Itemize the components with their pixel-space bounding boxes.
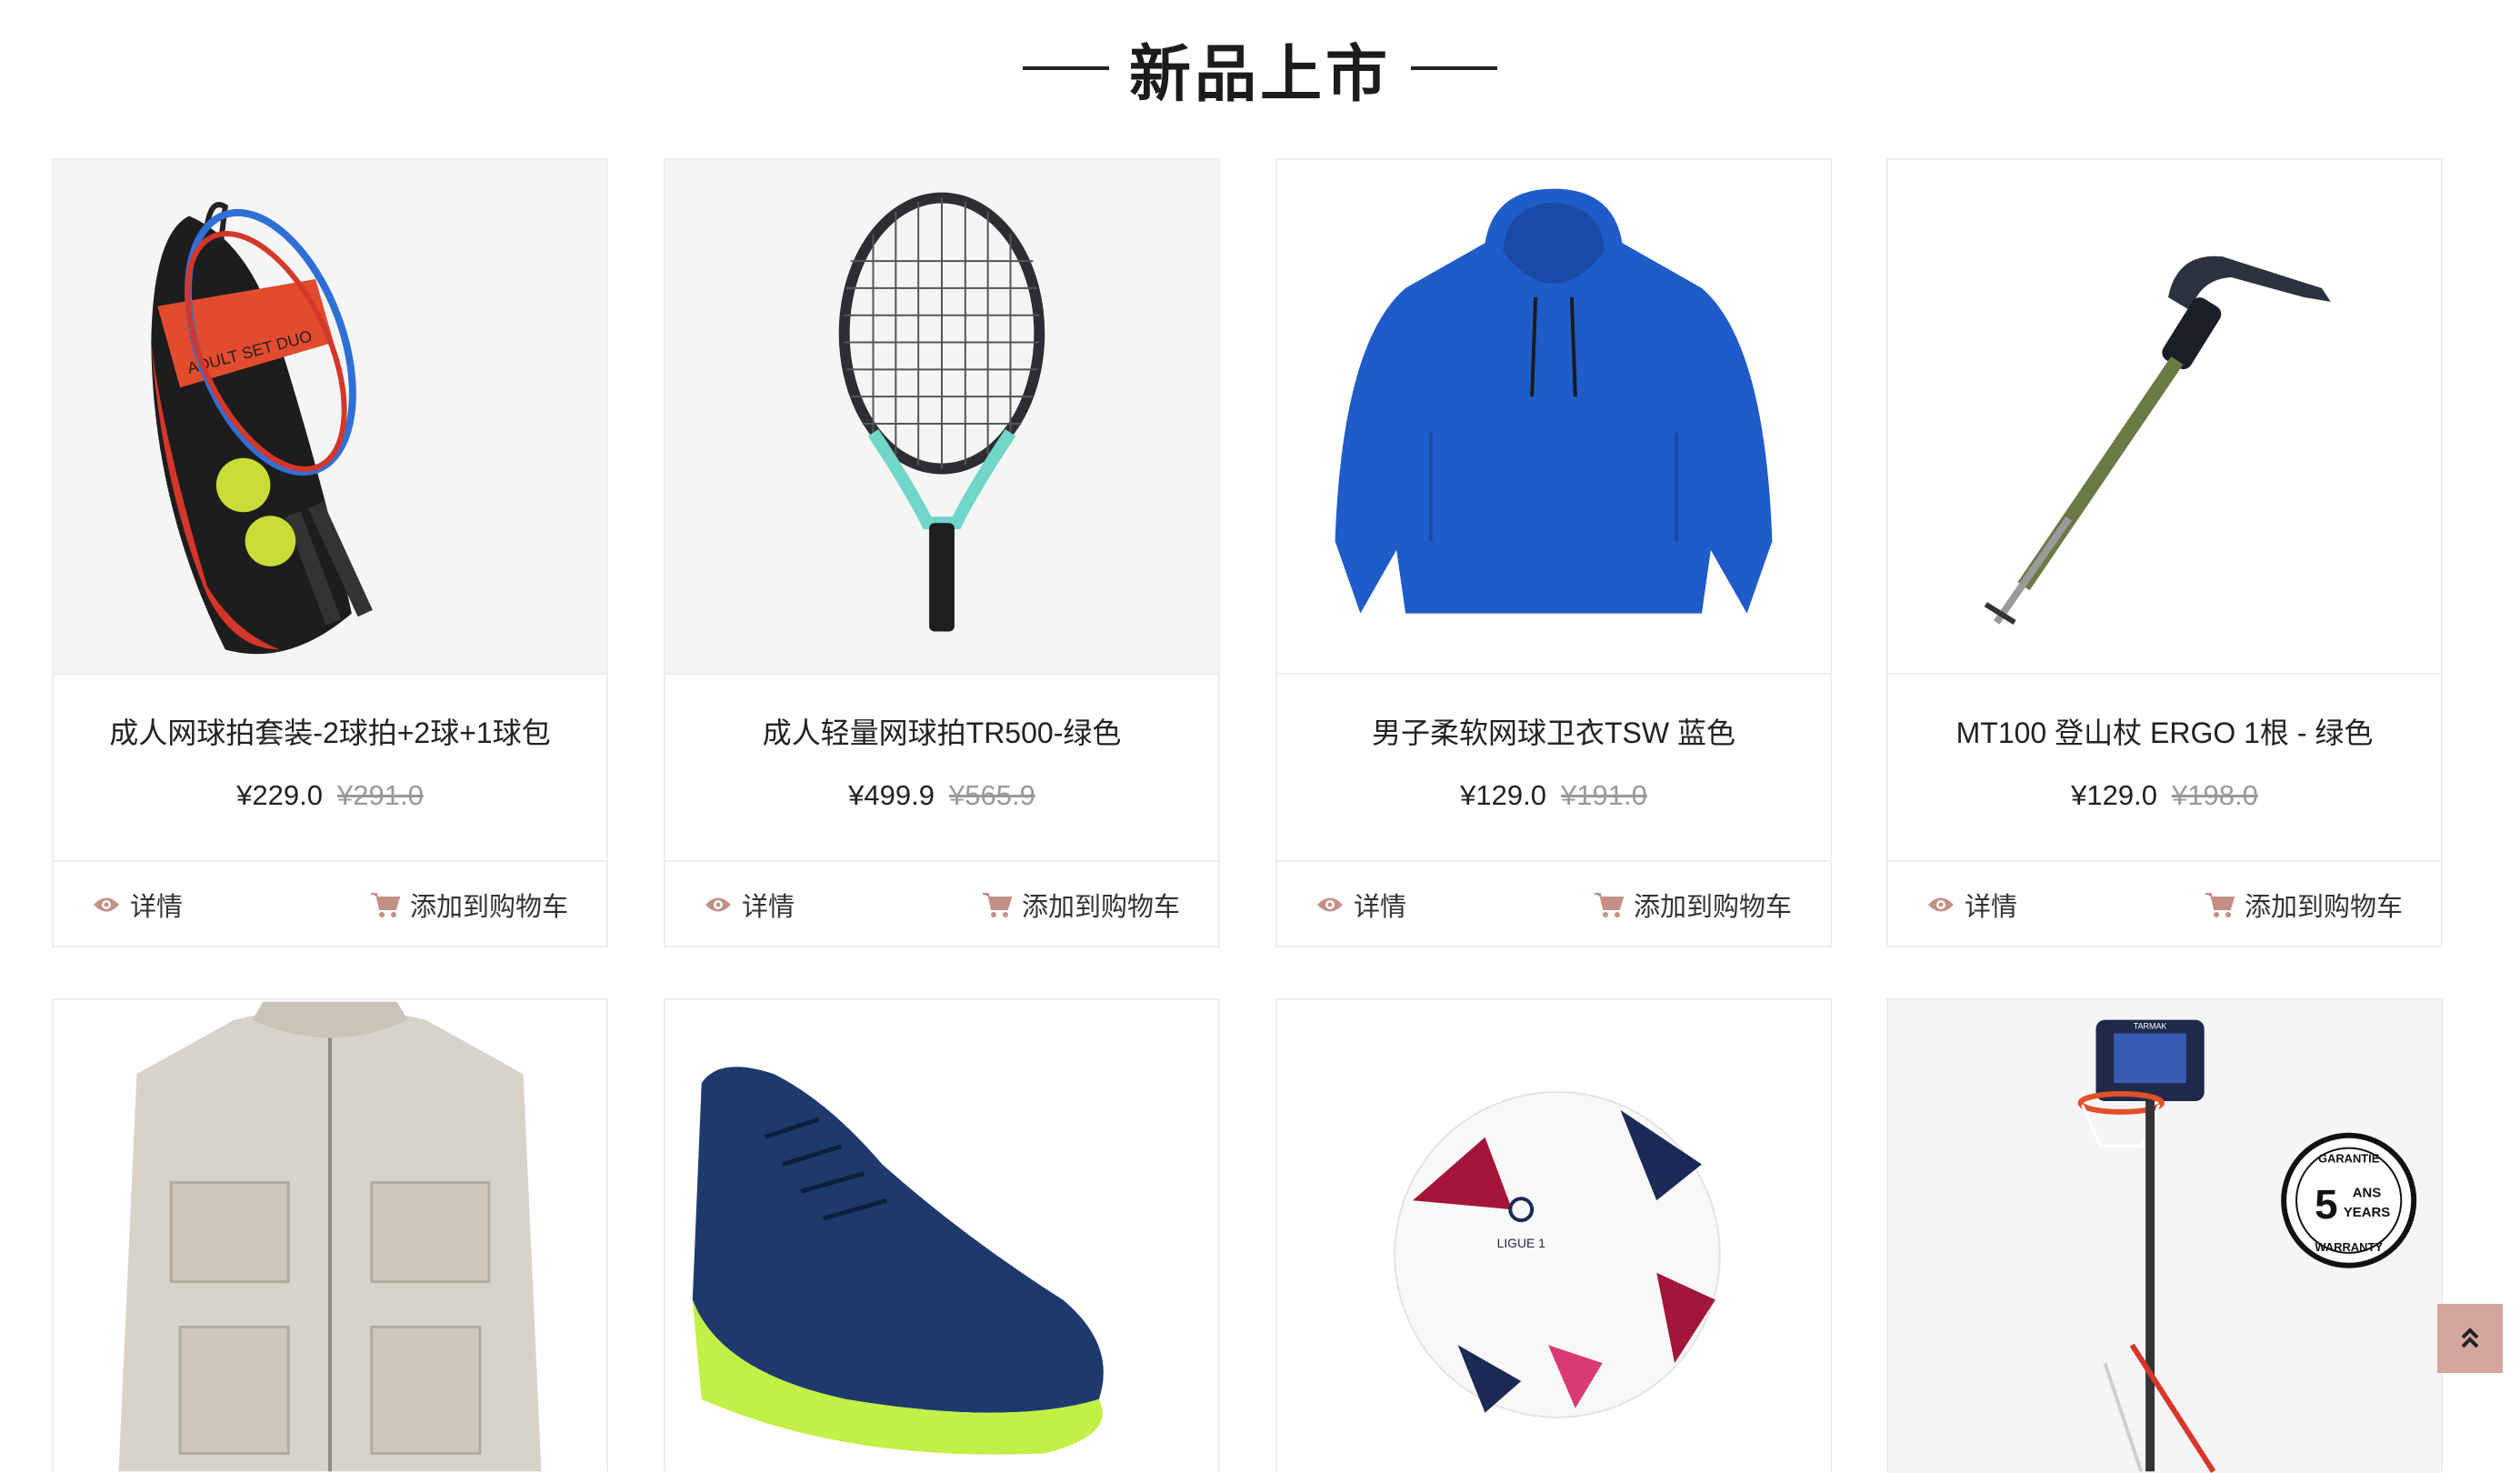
- cart-label: 添加到购物车: [409, 893, 568, 922]
- details-button[interactable]: 详情: [704, 886, 795, 924]
- product-name[interactable]: 成人网球拍套装-2球拍+2球+1球包: [54, 711, 606, 755]
- back-to-top-button[interactable]: [2437, 1304, 2503, 1373]
- eye-icon: [1928, 897, 1954, 912]
- original-price: ¥565.9: [949, 779, 1035, 811]
- basketball-hoop-image: TARMAK GARANTIE 5 ANS YEARS WARRANTY: [2077, 1019, 2417, 1473]
- details-label: 详情: [742, 893, 795, 922]
- product-info: 男子柔软网球卫衣TSW 蓝色 ¥129.0 ¥191.0: [1277, 675, 1830, 862]
- cart-label: 添加到购物车: [2244, 893, 2403, 922]
- product-image[interactable]: LIGUE 1: [1277, 1000, 1830, 1473]
- cart-icon: [982, 893, 1013, 917]
- product-actions: 详情 添加到购物车: [1888, 862, 2441, 947]
- product-image[interactable]: ADULT SET DUO: [54, 160, 606, 675]
- details-button[interactable]: 详情: [1926, 886, 2017, 924]
- add-to-cart-button[interactable]: 添加到购物车: [370, 886, 568, 924]
- add-to-cart-button[interactable]: 添加到购物车: [982, 886, 1180, 924]
- product-card: LIGUE 1: [1275, 998, 1832, 1473]
- title-right-rule: [1411, 66, 1497, 70]
- title-left-rule: [1022, 66, 1109, 70]
- badge-unit1: ANS: [2353, 1186, 2382, 1200]
- product-image[interactable]: [1277, 160, 1830, 675]
- details-label: 详情: [1354, 893, 1407, 922]
- product-card: 男子柔软网球卫衣TSW 蓝色 ¥129.0 ¥191.0 详情 添加到购物车: [1275, 158, 1832, 947]
- details-label: 详情: [1965, 893, 2018, 922]
- price-row: ¥129.0 ¥191.0: [1277, 775, 1830, 817]
- add-to-cart-button[interactable]: 添加到购物车: [1594, 886, 1792, 924]
- product-image[interactable]: [665, 1000, 1218, 1473]
- cart-icon: [2205, 893, 2235, 917]
- section-header: 新品上市: [0, 27, 2520, 109]
- details-label: 详情: [130, 893, 184, 922]
- badge-number: 5: [2315, 1181, 2337, 1228]
- product-info: MT100 登山杖 ERGO 1根 - 绿色 ¥129.0 ¥198.0: [1888, 675, 2441, 862]
- details-button[interactable]: 详情: [92, 886, 183, 924]
- badge-top-text: GARANTIE: [2318, 1152, 2380, 1166]
- eye-icon: [1317, 897, 1343, 912]
- original-price: ¥191.0: [1561, 779, 1647, 811]
- price-row: ¥229.0 ¥291.0: [54, 775, 606, 817]
- current-price: ¥129.0: [1460, 779, 1546, 811]
- product-actions: 详情 添加到购物车: [665, 862, 1218, 947]
- badge-unit2: YEARS: [2344, 1206, 2390, 1220]
- product-image[interactable]: [665, 160, 1218, 675]
- brand-label: TARMAK: [2134, 1022, 2167, 1031]
- cart-icon: [1594, 893, 1625, 917]
- original-price: ¥291.0: [337, 779, 424, 811]
- football-image: LIGUE 1: [1394, 1091, 1721, 1418]
- current-price: ¥229.0: [236, 779, 323, 811]
- product-card: [664, 998, 1220, 1473]
- product-card: ADULT SET DUO 成人网球拍套装-2球拍+2球+1球包 ¥229.0 ¥…: [52, 158, 608, 947]
- cart-label: 添加到购物车: [1021, 893, 1180, 922]
- tennis-racket-image: [838, 192, 1045, 632]
- add-to-cart-button[interactable]: 添加到购物车: [2205, 886, 2403, 924]
- product-image[interactable]: [54, 1000, 606, 1473]
- price-row: ¥129.0 ¥198.0: [1888, 775, 2441, 817]
- product-card: [52, 998, 608, 1473]
- product-name[interactable]: MT100 登山杖 ERGO 1根 - 绿色: [1888, 711, 2441, 755]
- product-name[interactable]: 成人轻量网球拍TR500-绿色: [665, 711, 1218, 755]
- badge-bottom-text: WARRANTY: [2315, 1240, 2383, 1254]
- section-title: 新品上市: [1128, 39, 1391, 109]
- beige-vest-image: [118, 1001, 542, 1472]
- product-info: 成人轻量网球拍TR500-绿色 ¥499.9 ¥565.9: [665, 675, 1218, 862]
- product-card: 成人轻量网球拍TR500-绿色 ¥499.9 ¥565.9 详情 添加到购物车: [664, 158, 1220, 947]
- product-actions: 详情 添加到购物车: [1277, 862, 1830, 947]
- current-price: ¥129.0: [2071, 779, 2157, 811]
- hiking-pole-image: [1984, 256, 2331, 626]
- tennis-racket-set-image: ADULT SET DUO: [151, 202, 373, 655]
- original-price: ¥198.0: [2172, 779, 2258, 811]
- eye-icon: [705, 897, 731, 912]
- blue-football-boot-image: [692, 1067, 1104, 1455]
- product-card: TARMAK GARANTIE 5 ANS YEARS WARRANTY: [1886, 998, 2443, 1473]
- double-chevron-up-icon: [2461, 1328, 2479, 1348]
- eye-icon: [94, 897, 119, 912]
- product-actions: 详情 添加到购物车: [54, 862, 606, 947]
- details-button[interactable]: 详情: [1315, 886, 1406, 924]
- product-image[interactable]: [1888, 160, 2441, 675]
- cart-icon: [370, 893, 401, 917]
- warranty-badge: GARANTIE 5 ANS YEARS WARRANTY: [2281, 1132, 2417, 1268]
- product-info: 成人网球拍套装-2球拍+2球+1球包 ¥229.0 ¥291.0: [54, 675, 606, 862]
- product-name[interactable]: 男子柔软网球卫衣TSW 蓝色: [1277, 711, 1830, 755]
- blue-hoodie-image: [1335, 188, 1773, 614]
- product-card: MT100 登山杖 ERGO 1根 - 绿色 ¥129.0 ¥198.0 详情 添…: [1886, 158, 2443, 947]
- product-image[interactable]: TARMAK GARANTIE 5 ANS YEARS WARRANTY: [1888, 1000, 2441, 1473]
- price-row: ¥499.9 ¥565.9: [665, 775, 1218, 817]
- current-price: ¥499.9: [848, 779, 935, 811]
- cart-label: 添加到购物车: [1633, 893, 1792, 922]
- ball-label: LIGUE 1: [1497, 1236, 1546, 1250]
